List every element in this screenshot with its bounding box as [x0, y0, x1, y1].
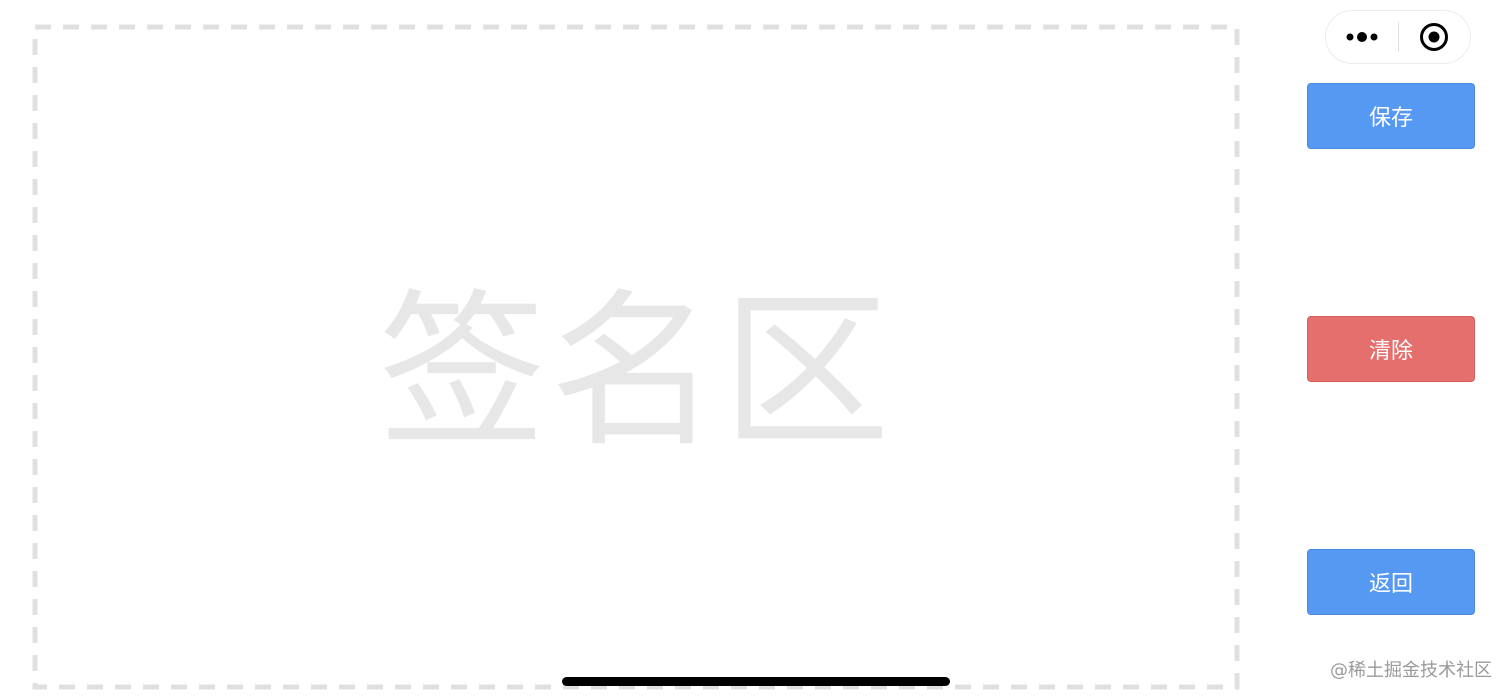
- clear-button[interactable]: 清除: [1307, 316, 1475, 382]
- signature-page: 签名区 保存 清除 返回 @稀土掘金技术社区: [0, 0, 1512, 699]
- home-indicator: [562, 677, 950, 686]
- back-button[interactable]: 返回: [1307, 549, 1475, 615]
- save-button[interactable]: 保存: [1307, 83, 1475, 149]
- dashed-border: [32, 24, 1240, 690]
- watermark-text: @稀土掘金技术社区: [1330, 660, 1492, 681]
- mini-program-capsule: [1325, 10, 1471, 64]
- close-button[interactable]: [1399, 11, 1471, 63]
- signature-canvas[interactable]: 签名区: [32, 24, 1240, 690]
- more-dots-icon: [1346, 32, 1378, 42]
- target-circle-icon: [1420, 23, 1449, 51]
- more-button[interactable]: [1326, 11, 1398, 63]
